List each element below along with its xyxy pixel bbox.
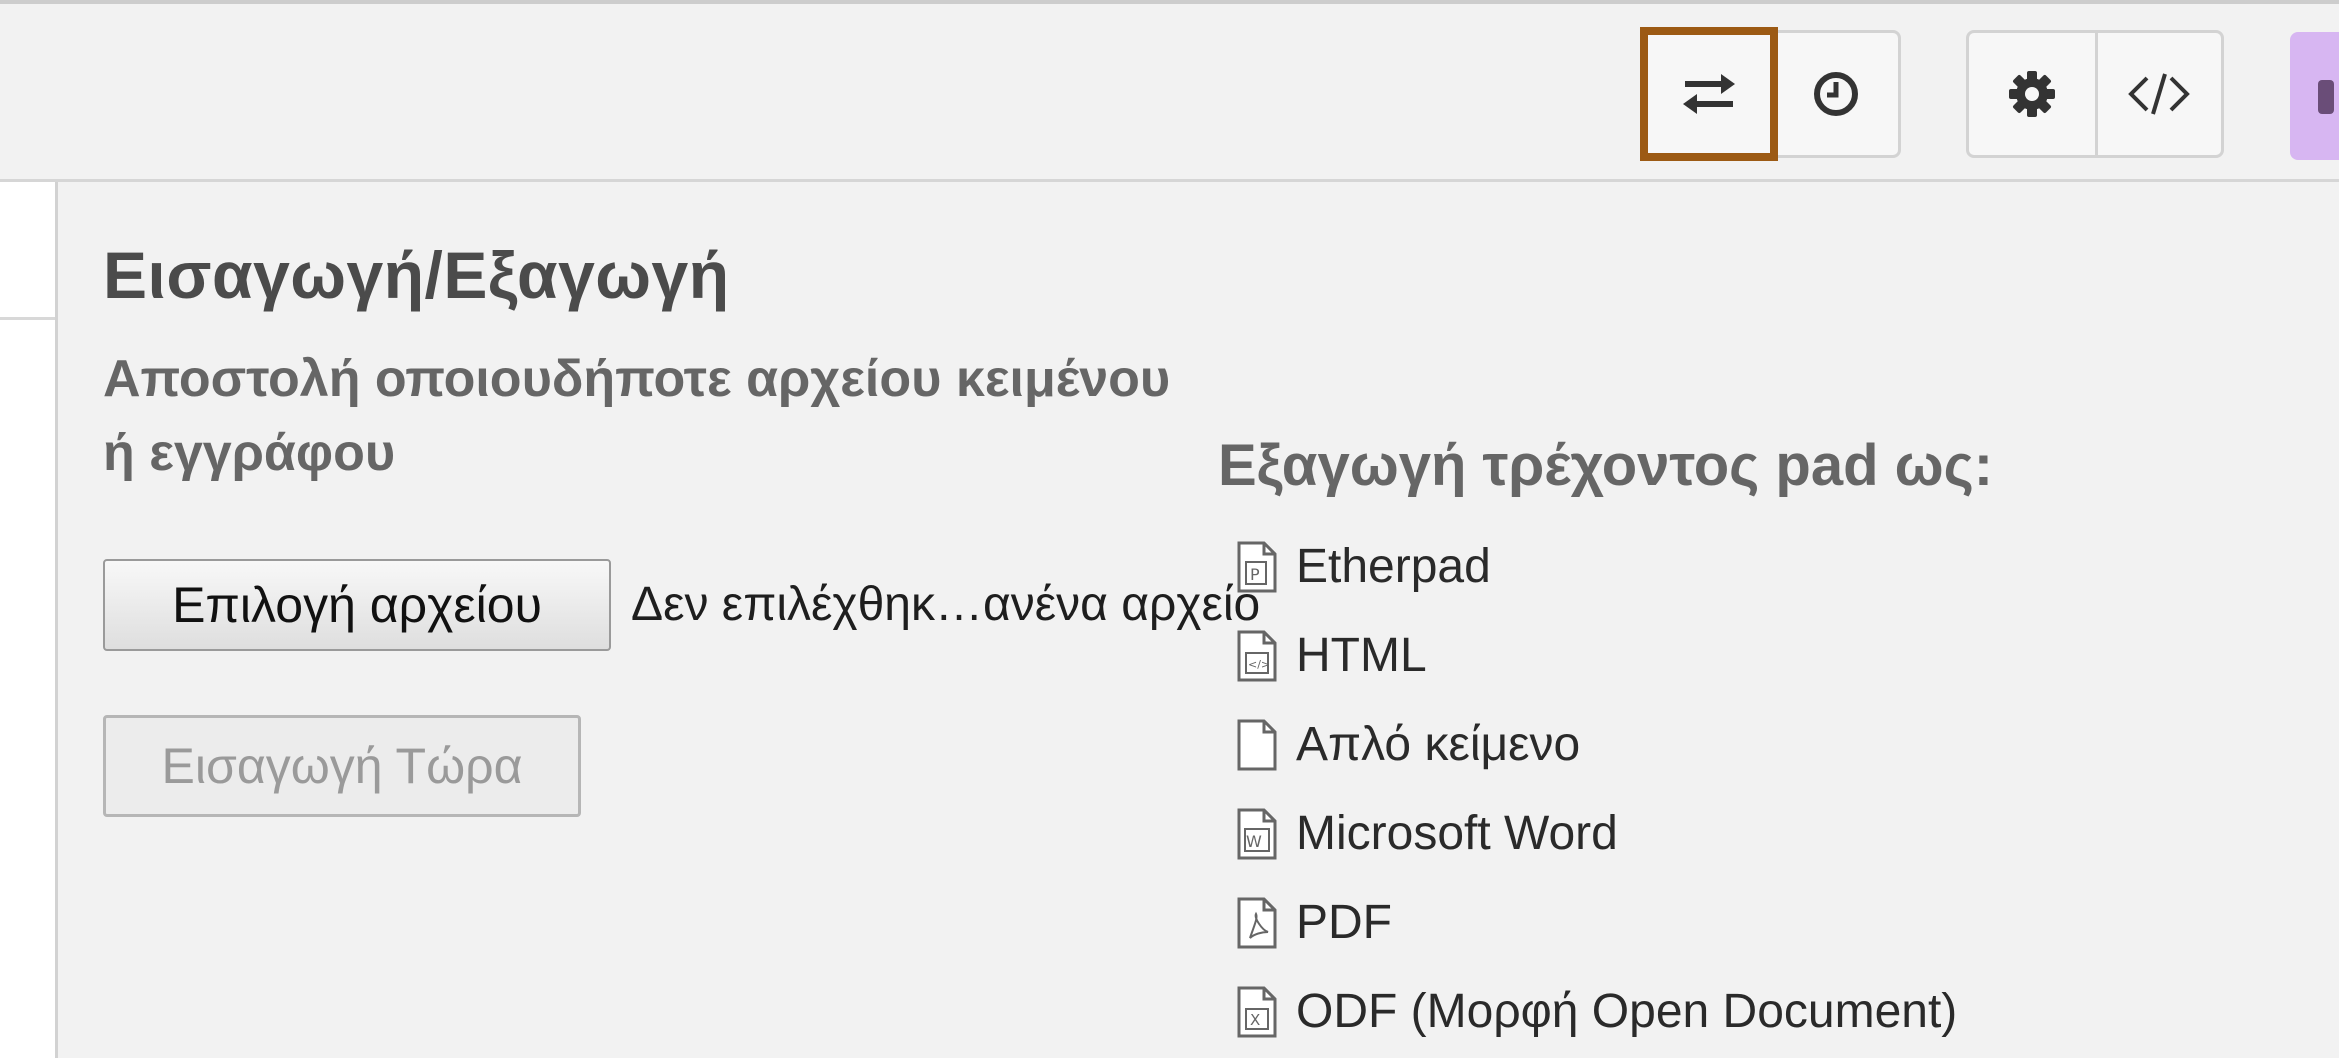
- toolbar-group-history: [1640, 27, 1901, 161]
- export-word[interactable]: W Microsoft Word: [1236, 789, 1957, 878]
- gear-icon: [2008, 71, 2055, 117]
- svg-text:X: X: [1250, 1011, 1260, 1029]
- odf-file-icon: X: [1237, 986, 1277, 1037]
- toolbar: [0, 0, 2339, 182]
- swap-arrows-icon: [1682, 74, 1735, 114]
- export-odf-label: ODF (Μορφή Open Document): [1296, 985, 1958, 1038]
- settings-button[interactable]: [1969, 33, 2095, 155]
- user-avatar[interactable]: [2290, 32, 2339, 160]
- editor-header: [0, 182, 55, 320]
- toolbar-group-settings: [1966, 30, 2224, 158]
- file-status-text: Δεν επιλέχθηκ…ανένα αρχείο: [631, 578, 1261, 631]
- import-export-panel: Εισαγωγή/Εξαγωγή Αποστολή οποιουδήποτε α…: [58, 182, 2339, 1058]
- svg-text:</>: </>: [1248, 658, 1270, 671]
- export-pdf-label: PDF: [1296, 896, 1392, 949]
- import-now-button[interactable]: Εισαγωγή Τώρα: [103, 715, 581, 817]
- import-export-button[interactable]: [1640, 27, 1778, 161]
- code-icon: [2128, 73, 2191, 115]
- svg-text:W: W: [1246, 832, 1262, 851]
- html-file-icon: </>: [1237, 630, 1277, 681]
- text-file-icon: [1237, 719, 1277, 770]
- word-file-icon: W: [1237, 808, 1277, 859]
- etherpad-file-icon: P: [1237, 541, 1277, 592]
- panel-title: Εισαγωγή/Εξαγωγή: [103, 238, 730, 312]
- export-etherpad[interactable]: P Etherpad: [1236, 522, 1957, 611]
- timeslider-button[interactable]: [1771, 33, 1898, 155]
- export-html[interactable]: </> HTML: [1236, 611, 1957, 700]
- export-list: P Etherpad </> HTML Απλό κείμενο W Micro…: [1236, 522, 1957, 1056]
- export-pdf[interactable]: PDF: [1236, 878, 1957, 967]
- embed-button[interactable]: [2094, 33, 2221, 155]
- export-word-label: Microsoft Word: [1296, 807, 1618, 860]
- choose-file-button[interactable]: Επιλογή αρχείου: [103, 559, 611, 651]
- export-plain-text-label: Απλό κείμενο: [1296, 718, 1581, 771]
- export-html-label: HTML: [1296, 629, 1427, 682]
- export-etherpad-label: Etherpad: [1296, 540, 1491, 593]
- user-icon: [2318, 80, 2334, 114]
- import-subtitle: Αποστολή οποιουδήποτε αρχείου κειμένου ή…: [103, 350, 1171, 482]
- export-title: Εξαγωγή τρέχοντος pad ως:: [1218, 433, 1994, 498]
- svg-text:P: P: [1250, 565, 1260, 584]
- export-plain-text[interactable]: Απλό κείμενο: [1236, 700, 1957, 789]
- app-frame: Εισαγωγή/Εξαγωγή Αποστολή οποιουδήποτε α…: [0, 0, 2339, 1058]
- clock-icon: [1814, 72, 1859, 116]
- export-odf[interactable]: X ODF (Μορφή Open Document): [1236, 967, 1957, 1056]
- pdf-file-icon: [1237, 897, 1277, 948]
